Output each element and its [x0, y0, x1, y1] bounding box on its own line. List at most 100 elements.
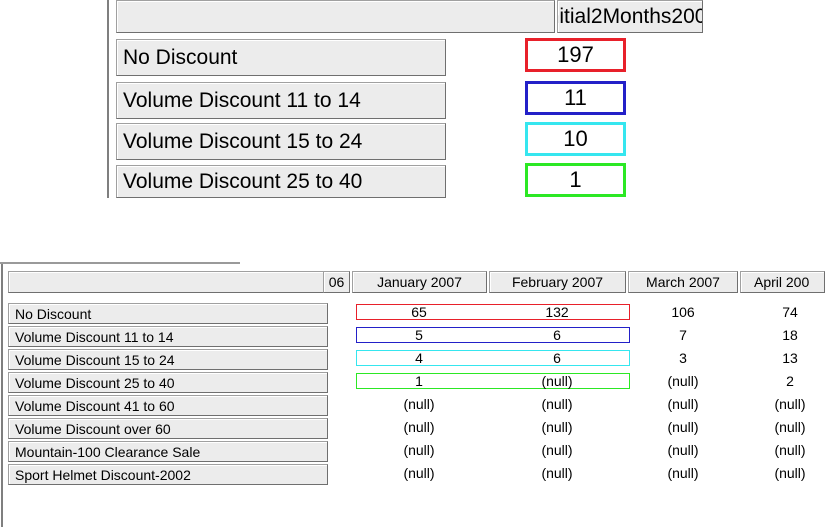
column-header-initial2months2007[interactable]: Initial2Months2007: [557, 0, 703, 33]
cell-value: (null): [541, 373, 573, 389]
row-label: Volume Discount 25 to 40: [123, 169, 363, 193]
cell-value: (null): [541, 465, 573, 481]
column-header-label: Initial2Months2007: [558, 4, 702, 28]
top-corner-header: [116, 0, 555, 33]
bottom-value-cell: (null): [750, 396, 825, 412]
bottom-row-header[interactable]: Sport Helmet Discount-2002: [8, 464, 328, 485]
bottom-value-cell: (null): [517, 465, 597, 481]
cell-value: (null): [774, 396, 806, 412]
cell-value: 11: [564, 85, 587, 110]
bottom-value-cell: 7: [643, 327, 723, 343]
bottom-value-cell: 74: [750, 304, 825, 320]
grid-left-border: [107, 0, 109, 198]
column-header-label: April 200: [754, 274, 810, 290]
top-row-header[interactable]: Volume Discount 11 to 14: [116, 82, 446, 119]
row-label: No Discount: [15, 305, 92, 322]
bottom-row-header[interactable]: Mountain-100 Clearance Sale: [8, 441, 328, 462]
cell-value: (null): [403, 465, 435, 481]
row-label: No Discount: [123, 45, 238, 69]
cell-value: 5: [415, 327, 423, 343]
top-value-cell: 10: [525, 122, 626, 156]
bottom-value-cell: (null): [517, 442, 597, 458]
cell-value: 1: [569, 167, 582, 192]
bottom-row-header[interactable]: No Discount: [8, 303, 328, 324]
bottom-value-cell: 132: [517, 304, 597, 320]
cell-value: (null): [774, 465, 806, 481]
cell-value: (null): [774, 419, 806, 435]
bottom-row-header[interactable]: Volume Discount over 60: [8, 418, 328, 439]
cell-value: 7: [679, 327, 687, 343]
cell-value: (null): [667, 396, 699, 412]
bottom-value-cell: (null): [643, 419, 723, 435]
bottom-value-cell: 106: [643, 304, 723, 320]
bottom-value-cell: (null): [517, 373, 597, 389]
bottom-value-cell: (null): [517, 419, 597, 435]
column-header-partial[interactable]: 06: [323, 271, 350, 293]
cell-value: 2: [786, 373, 794, 389]
cell-value: (null): [667, 442, 699, 458]
column-header-january-2007[interactable]: January 2007: [352, 271, 487, 293]
grid-top-border: [0, 262, 240, 264]
row-label: Volume Discount 11 to 14: [123, 88, 361, 112]
cell-value: 3: [679, 350, 687, 366]
cell-value: (null): [667, 465, 699, 481]
column-header-february-2007[interactable]: February 2007: [489, 271, 626, 293]
top-row-header[interactable]: Volume Discount 15 to 24: [116, 123, 446, 160]
row-label: Mountain-100 Clearance Sale: [15, 443, 201, 460]
column-header-april-2007[interactable]: April 200: [740, 271, 825, 293]
column-header-label: January 2007: [377, 274, 462, 290]
bottom-value-cell: (null): [379, 465, 459, 481]
column-header-label: February 2007: [511, 274, 604, 290]
top-value-cell: 1: [525, 163, 626, 197]
column-header-label: 06: [328, 274, 345, 290]
cell-value: 197: [557, 42, 594, 67]
top-value-cell: 197: [525, 38, 626, 72]
cell-value: 6: [553, 350, 561, 366]
cell-value: 18: [782, 327, 798, 343]
bottom-row-header[interactable]: Volume Discount 11 to 14: [8, 326, 328, 347]
cell-value: (null): [541, 442, 573, 458]
bottom-value-cell: (null): [379, 396, 459, 412]
cell-value: 132: [545, 304, 569, 320]
cell-value: (null): [403, 396, 435, 412]
bottom-row-header[interactable]: Volume Discount 25 to 40: [8, 372, 328, 393]
column-header-march-2007[interactable]: March 2007: [628, 271, 738, 293]
bottom-value-cell: 5: [379, 327, 459, 343]
cell-value: (null): [774, 442, 806, 458]
bottom-row-header[interactable]: Volume Discount 15 to 24: [8, 349, 328, 370]
cell-value: 6: [553, 327, 561, 343]
monthly-grid: 06 January 2007 February 2007 March 2007…: [0, 262, 825, 527]
cell-value: 10: [563, 126, 588, 151]
bottom-value-cell: 6: [517, 327, 597, 343]
row-label: Sport Helmet Discount-2002: [15, 466, 191, 483]
bottom-value-cell: 3: [643, 350, 723, 366]
bottom-value-cell: (null): [643, 396, 723, 412]
bottom-value-cell: (null): [379, 419, 459, 435]
bottom-value-cell: (null): [750, 442, 825, 458]
grid-left-border: [1, 262, 3, 527]
bottom-row-header[interactable]: Volume Discount 41 to 60: [8, 395, 328, 416]
bottom-value-cell: 13: [750, 350, 825, 366]
bottom-value-cell: 6: [517, 350, 597, 366]
cell-value: (null): [667, 419, 699, 435]
cell-value: 13: [782, 350, 798, 366]
bottom-value-cell: 18: [750, 327, 825, 343]
bottom-corner-header: [8, 271, 328, 293]
row-label: Volume Discount over 60: [15, 420, 171, 437]
bottom-value-cell: 65: [379, 304, 459, 320]
row-label: Volume Discount 15 to 24: [123, 129, 363, 153]
cell-value: (null): [541, 396, 573, 412]
bottom-value-cell: 2: [750, 373, 825, 389]
bottom-value-cell: 4: [379, 350, 459, 366]
bottom-value-cell: (null): [643, 465, 723, 481]
bottom-value-cell: (null): [750, 419, 825, 435]
row-label: Volume Discount 25 to 40: [15, 374, 175, 391]
cell-value: 4: [415, 350, 423, 366]
top-row-header[interactable]: Volume Discount 25 to 40: [116, 165, 446, 198]
row-label: Volume Discount 41 to 60: [15, 397, 175, 414]
cell-value: (null): [403, 442, 435, 458]
cell-value: 1: [415, 373, 423, 389]
bottom-value-cell: (null): [517, 396, 597, 412]
column-header-label: March 2007: [646, 274, 720, 290]
top-row-header[interactable]: No Discount: [116, 39, 446, 76]
